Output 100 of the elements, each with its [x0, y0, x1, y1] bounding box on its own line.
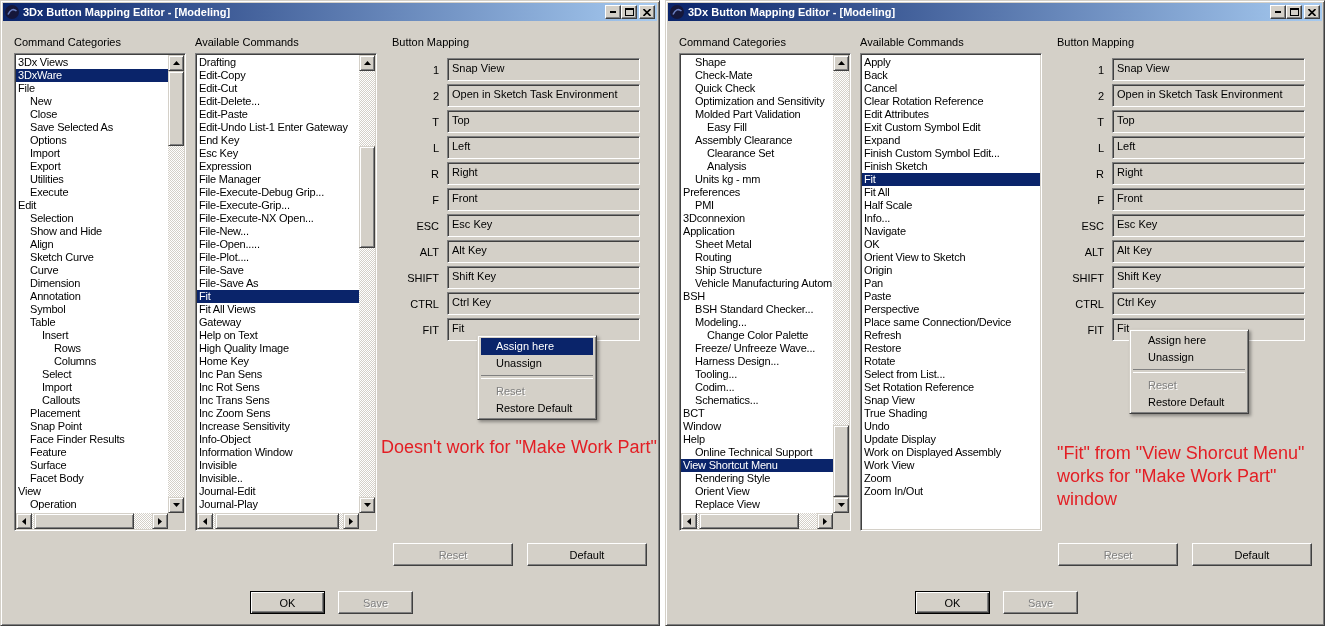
list-item[interactable]: Clear Rotation Reference: [862, 95, 1040, 108]
mapping-field[interactable]: Front: [1112, 188, 1305, 211]
list-item[interactable]: Assembly Clearance: [693, 134, 833, 147]
list-item[interactable]: Edit Attributes: [862, 108, 1040, 121]
list-item[interactable]: Work on Displayed Assembly: [862, 446, 1040, 459]
list-item[interactable]: Export: [28, 160, 168, 173]
list-item[interactable]: Pan: [862, 277, 1040, 290]
scroll-left-button[interactable]: [681, 513, 697, 529]
scroll-right-button[interactable]: [817, 513, 833, 529]
mapping-field[interactable]: Esc Key: [1112, 214, 1305, 237]
list-item[interactable]: Import: [28, 147, 168, 160]
list-item[interactable]: Ship Structure: [693, 264, 833, 277]
list-item[interactable]: Update Display: [862, 433, 1040, 446]
list-item[interactable]: Facet Body: [28, 472, 168, 485]
list-item[interactable]: Check-Mate: [693, 69, 833, 82]
mapping-field[interactable]: Top: [447, 110, 640, 133]
list-item[interactable]: Dimension: [28, 277, 168, 290]
menu-item[interactable]: Assign here: [481, 338, 593, 355]
list-item[interactable]: Journal-Play: [197, 498, 359, 511]
list-item[interactable]: Optimization and Sensitivity: [693, 95, 833, 108]
mapping-field[interactable]: Front: [447, 188, 640, 211]
mapping-field[interactable]: Alt Key: [447, 240, 640, 263]
list-item[interactable]: Back: [862, 69, 1040, 82]
scrollbar-thumb[interactable]: [359, 145, 375, 248]
list-item[interactable]: Invisible..: [197, 472, 359, 485]
mapping-field[interactable]: Fit: [447, 318, 640, 341]
list-item[interactable]: Columns: [52, 355, 168, 368]
list-item[interactable]: Routing: [693, 251, 833, 264]
maximize-button[interactable]: [621, 5, 637, 19]
list-item[interactable]: End Key: [197, 134, 359, 147]
scroll-left-button[interactable]: [197, 513, 213, 529]
list-item[interactable]: Fit: [862, 173, 1040, 186]
list-item[interactable]: Symbol: [28, 303, 168, 316]
list-item[interactable]: Face Finder Results: [28, 433, 168, 446]
list-item[interactable]: Placement: [28, 407, 168, 420]
list-item[interactable]: Tooling...: [693, 368, 833, 381]
list-item[interactable]: Origin: [862, 264, 1040, 277]
scroll-down-button[interactable]: [168, 497, 184, 513]
list-item[interactable]: BSH Standard Checker...: [693, 303, 833, 316]
list-item[interactable]: Fit All Views: [197, 303, 359, 316]
default-button[interactable]: Default: [527, 543, 647, 566]
list-item[interactable]: Finish Custom Symbol Edit...: [862, 147, 1040, 160]
list-item[interactable]: Orient View to Sketch: [862, 251, 1040, 264]
scrollbar-thumb[interactable]: [34, 513, 134, 529]
list-item[interactable]: Paste: [862, 290, 1040, 303]
scrollbar-thumb[interactable]: [699, 513, 799, 529]
list-item[interactable]: Home Key: [197, 355, 359, 368]
list-item[interactable]: File Manager: [197, 173, 359, 186]
list-item[interactable]: Esc Key: [197, 147, 359, 160]
mapping-field[interactable]: Shift Key: [447, 266, 640, 289]
ok-button[interactable]: OK: [915, 591, 990, 614]
list-item[interactable]: Help on Text: [197, 329, 359, 342]
menu-item[interactable]: Unassign: [481, 355, 593, 372]
list-item[interactable]: Fit: [197, 290, 359, 303]
list-item[interactable]: Vehicle Manufacturing Autom: [693, 277, 833, 290]
list-item[interactable]: BSH: [681, 290, 833, 303]
command-list[interactable]: [195, 53, 377, 531]
list-item[interactable]: True Shading: [862, 407, 1040, 420]
list-item[interactable]: OK: [862, 238, 1040, 251]
list-item[interactable]: File-Plot....: [197, 251, 359, 264]
list-item[interactable]: Zoom: [862, 472, 1040, 485]
list-item[interactable]: Selection: [28, 212, 168, 225]
list-item[interactable]: Schematics...: [693, 394, 833, 407]
list-item[interactable]: Import: [40, 381, 168, 394]
mapping-field[interactable]: Open in Sketch Task Environment: [447, 84, 640, 107]
list-item[interactable]: Table: [28, 316, 168, 329]
list-item[interactable]: Journal-Edit: [197, 485, 359, 498]
list-item[interactable]: Edit-Delete...: [197, 95, 359, 108]
scroll-up-button[interactable]: [833, 55, 849, 71]
list-item[interactable]: Help: [681, 433, 833, 446]
list-item[interactable]: Zoom In/Out: [862, 485, 1040, 498]
list-item[interactable]: Gateway: [197, 316, 359, 329]
list-item[interactable]: Sketch Curve: [28, 251, 168, 264]
list-item[interactable]: Undo: [862, 420, 1040, 433]
list-item[interactable]: Info-Object: [197, 433, 359, 446]
list-item[interactable]: High Quality Image: [197, 342, 359, 355]
mapping-field[interactable]: Open in Sketch Task Environment: [1112, 84, 1305, 107]
list-item[interactable]: Edit-Paste: [197, 108, 359, 121]
mapping-field[interactable]: Right: [1112, 162, 1305, 185]
scrollbar-thumb[interactable]: [168, 71, 184, 146]
close-button[interactable]: [639, 5, 655, 19]
list-item[interactable]: Sheet Metal: [693, 238, 833, 251]
list-item[interactable]: Rotate: [862, 355, 1040, 368]
list-item[interactable]: Inc Pan Sens: [197, 368, 359, 381]
list-item[interactable]: Inc Trans Sens: [197, 394, 359, 407]
list-item[interactable]: Fit All: [862, 186, 1040, 199]
scroll-right-button[interactable]: [343, 513, 359, 529]
list-item[interactable]: Molded Part Validation: [693, 108, 833, 121]
list-item[interactable]: Preferences: [681, 186, 833, 199]
list-item[interactable]: Align: [28, 238, 168, 251]
list-item[interactable]: Window: [681, 420, 833, 433]
list-item[interactable]: Freeze/ Unfreeze Wave...: [693, 342, 833, 355]
list-item[interactable]: Change Color Palette: [705, 329, 833, 342]
list-item[interactable]: 3Dconnexion: [681, 212, 833, 225]
minimize-button[interactable]: [605, 5, 621, 19]
list-item[interactable]: Navigate: [862, 225, 1040, 238]
menu-item[interactable]: Unassign: [1133, 349, 1245, 366]
list-item[interactable]: Select from List...: [862, 368, 1040, 381]
list-item[interactable]: Clearance Set: [705, 147, 833, 160]
menu-item[interactable]: Restore Default: [481, 400, 593, 417]
